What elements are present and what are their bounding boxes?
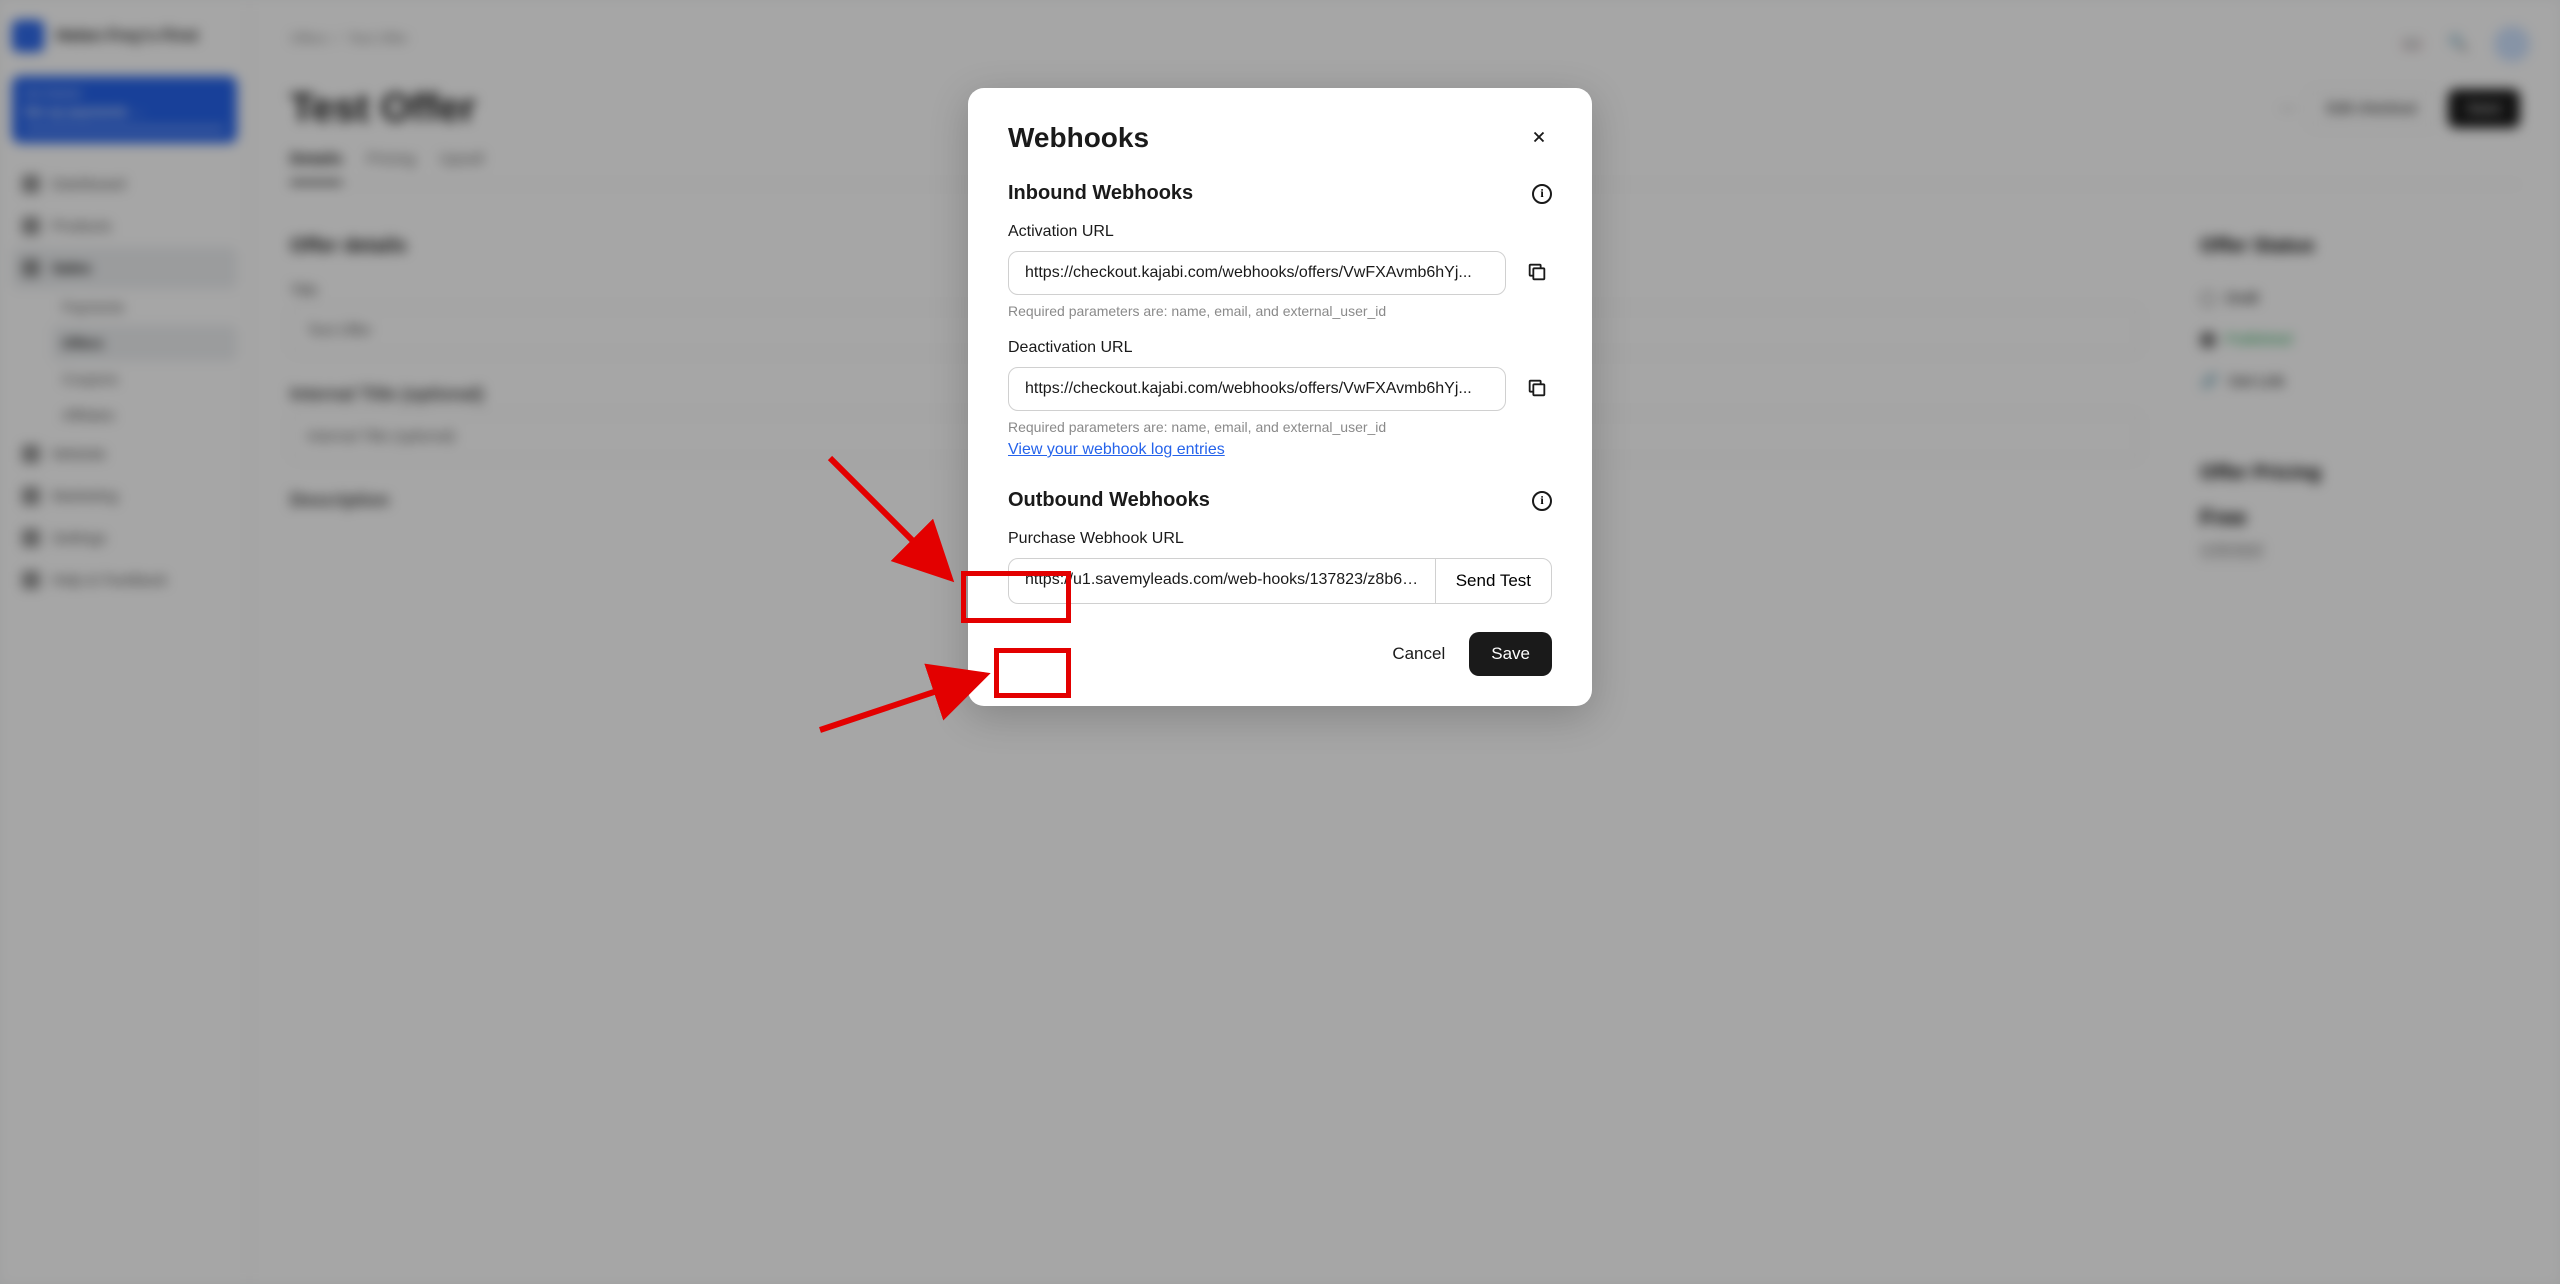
copy-icon [1526, 261, 1548, 283]
cancel-button[interactable]: Cancel [1386, 634, 1451, 674]
copy-activation-button[interactable] [1522, 257, 1552, 290]
info-icon[interactable]: i [1532, 184, 1552, 204]
activation-url-input[interactable]: https://checkout.kajabi.com/webhooks/off… [1008, 251, 1506, 295]
deactivation-label: Deactivation URL [1008, 339, 1552, 357]
outbound-header: Outbound Webhooks [1008, 489, 1210, 512]
webhook-log-link[interactable]: View your webhook log entries [1008, 441, 1225, 459]
info-icon[interactable]: i [1532, 491, 1552, 511]
modal-title: Webhooks [1008, 122, 1149, 154]
inbound-header: Inbound Webhooks [1008, 182, 1193, 205]
copy-icon [1526, 377, 1548, 399]
webhooks-modal: Webhooks Inbound Webhooks i Activation U… [968, 88, 1592, 706]
close-icon [1530, 128, 1548, 146]
deactivation-url-input[interactable]: https://checkout.kajabi.com/webhooks/off… [1008, 367, 1506, 411]
activation-helper: Required parameters are: name, email, an… [1008, 303, 1552, 319]
close-button[interactable] [1526, 124, 1552, 153]
purchase-url-input[interactable]: https://u1.savemyleads.com/web-hooks/137… [1008, 558, 1435, 604]
copy-deactivation-button[interactable] [1522, 373, 1552, 406]
send-test-button[interactable]: Send Test [1435, 558, 1552, 604]
deactivation-helper: Required parameters are: name, email, an… [1008, 419, 1552, 435]
purchase-label: Purchase Webhook URL [1008, 530, 1552, 548]
save-button[interactable]: Save [1469, 632, 1552, 676]
activation-label: Activation URL [1008, 223, 1552, 241]
